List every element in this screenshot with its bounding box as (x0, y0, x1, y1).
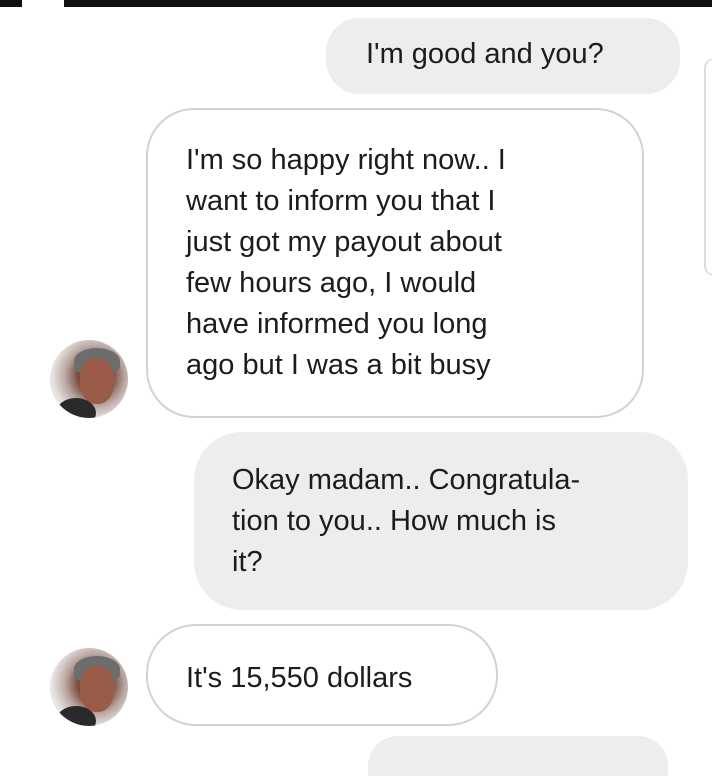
contact-avatar[interactable] (50, 340, 128, 418)
top-bar (64, 0, 712, 7)
sent-message-bubble[interactable]: Okay madam.. Congratula- tion to you.. H… (194, 432, 688, 610)
message-line: I'm so happy right now.. I (186, 144, 506, 176)
message-line: tion to you.. How much is (232, 505, 556, 537)
sent-message-bubble-partial[interactable] (368, 736, 668, 776)
message-text: It's 15,550 dollars (186, 662, 413, 694)
message-line: few hours ago, I would (186, 267, 477, 299)
message-line: want to inform you that I (186, 185, 496, 217)
avatar-face (80, 666, 114, 712)
top-bar-left-edge (0, 0, 22, 7)
avatar-face (80, 358, 114, 404)
contact-avatar[interactable] (50, 648, 128, 726)
message-line: have informed you long (186, 308, 488, 340)
received-message-bubble[interactable]: It's 15,550 dollars (146, 624, 498, 726)
right-edge-panel (704, 58, 712, 276)
message-line: ago but I was a bit busy (186, 349, 491, 381)
message-line: Okay madam.. Congratula- (232, 464, 581, 496)
sent-message-bubble[interactable]: I'm good and you? (326, 18, 680, 94)
message-line: just got my payout about (186, 226, 502, 258)
received-message-bubble[interactable]: I'm so happy right now.. I want to infor… (146, 108, 644, 418)
message-line: it? (232, 546, 263, 578)
message-text: I'm good and you? (366, 38, 604, 70)
